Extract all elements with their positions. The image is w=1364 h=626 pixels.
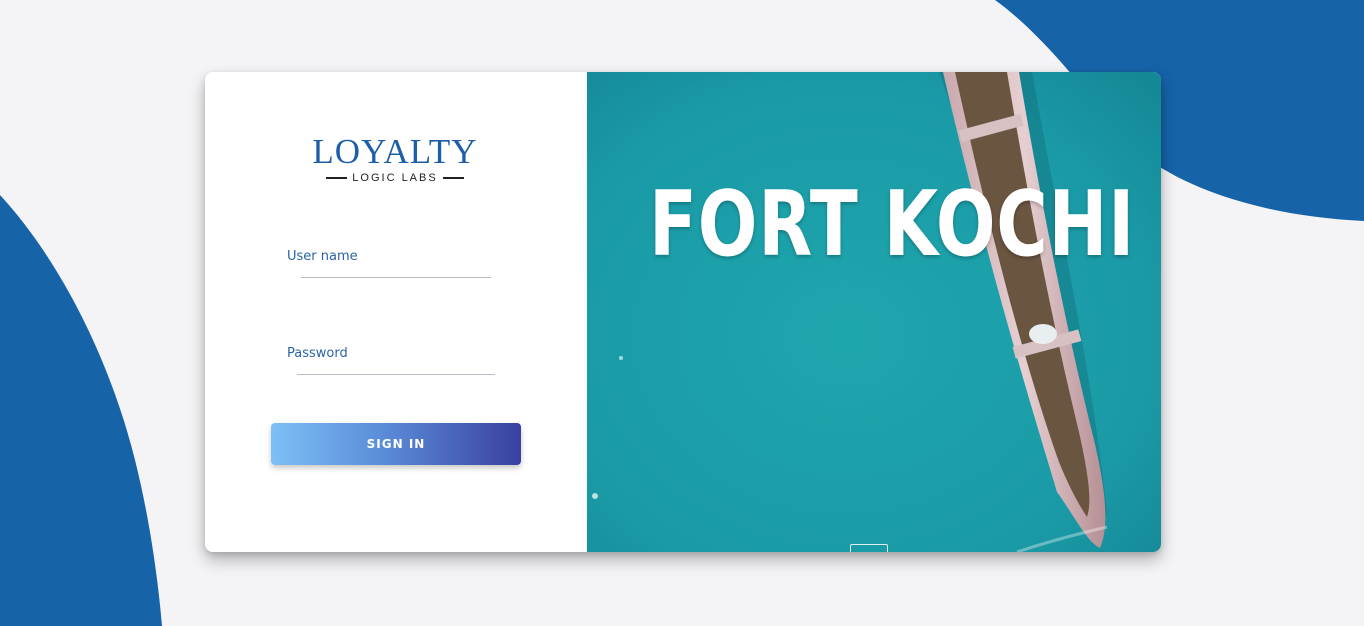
- login-form-panel: LOYALTY LOGIC LABS User name Password SI…: [205, 72, 587, 552]
- sign-in-button[interactable]: SIGN IN: [271, 423, 521, 465]
- hero-title: FORT KOCHI: [649, 172, 1136, 277]
- logo-subtitle-row: LOGIC LABS: [295, 172, 495, 184]
- logo-right-rule: [442, 177, 464, 179]
- logo-title: LOYALTY: [312, 132, 478, 171]
- sea-speck-2: [592, 493, 598, 499]
- password-input[interactable]: [297, 353, 495, 375]
- aerial-boat-image: [587, 72, 1161, 552]
- login-card: LOYALTY LOGIC LABS User name Password SI…: [205, 72, 1161, 552]
- boat-figure: [1029, 324, 1057, 344]
- sea-speck-1: [619, 356, 623, 360]
- hero-image-panel: FORT KOCHI: [587, 72, 1161, 552]
- logo-subtitle: LOGIC LABS: [352, 172, 438, 184]
- left-blue-wave: [0, 195, 162, 626]
- slide-indicator[interactable]: [850, 544, 888, 552]
- logo-left-rule: [326, 177, 348, 179]
- username-input[interactable]: [301, 256, 491, 278]
- brand-logo: LOYALTY LOGIC LABS: [295, 132, 495, 184]
